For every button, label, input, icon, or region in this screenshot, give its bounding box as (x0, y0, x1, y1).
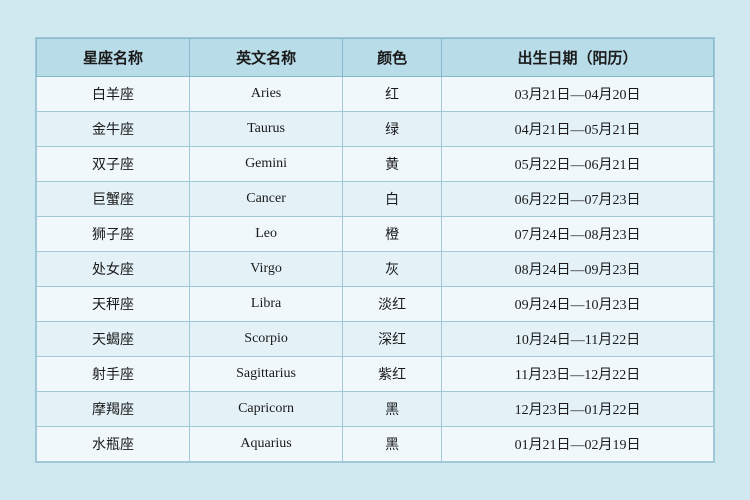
cell-dates: 05月22日—06月21日 (442, 147, 714, 182)
table-row: 天秤座Libra淡红09月24日—10月23日 (37, 287, 714, 322)
table-row: 金牛座Taurus绿04月21日—05月21日 (37, 112, 714, 147)
header-dates: 出生日期（阳历） (442, 39, 714, 77)
cell-english-name: Gemini (190, 147, 343, 182)
table-row: 天蝎座Scorpio深红10月24日—11月22日 (37, 322, 714, 357)
cell-chinese-name: 天蝎座 (37, 322, 190, 357)
cell-color: 绿 (343, 112, 442, 147)
cell-chinese-name: 白羊座 (37, 77, 190, 112)
cell-english-name: Capricorn (190, 392, 343, 427)
cell-color: 白 (343, 182, 442, 217)
cell-english-name: Sagittarius (190, 357, 343, 392)
table-row: 巨蟹座Cancer白06月22日—07月23日 (37, 182, 714, 217)
table-row: 射手座Sagittarius紫红11月23日—12月22日 (37, 357, 714, 392)
cell-dates: 12月23日—01月22日 (442, 392, 714, 427)
cell-dates: 06月22日—07月23日 (442, 182, 714, 217)
cell-dates: 04月21日—05月21日 (442, 112, 714, 147)
cell-color: 淡红 (343, 287, 442, 322)
cell-english-name: Cancer (190, 182, 343, 217)
cell-dates: 07月24日—08月23日 (442, 217, 714, 252)
cell-dates: 08月24日—09月23日 (442, 252, 714, 287)
table-row: 狮子座Leo橙07月24日—08月23日 (37, 217, 714, 252)
cell-dates: 10月24日—11月22日 (442, 322, 714, 357)
cell-chinese-name: 狮子座 (37, 217, 190, 252)
cell-dates: 03月21日—04月20日 (442, 77, 714, 112)
cell-color: 深红 (343, 322, 442, 357)
cell-english-name: Virgo (190, 252, 343, 287)
cell-english-name: Scorpio (190, 322, 343, 357)
header-english-name: 英文名称 (190, 39, 343, 77)
cell-chinese-name: 巨蟹座 (37, 182, 190, 217)
cell-english-name: Libra (190, 287, 343, 322)
table-row: 双子座Gemini黄05月22日—06月21日 (37, 147, 714, 182)
cell-dates: 09月24日—10月23日 (442, 287, 714, 322)
cell-chinese-name: 天秤座 (37, 287, 190, 322)
cell-color: 灰 (343, 252, 442, 287)
cell-chinese-name: 摩羯座 (37, 392, 190, 427)
cell-color: 紫红 (343, 357, 442, 392)
table-row: 水瓶座Aquarius黑01月21日—02月19日 (37, 427, 714, 462)
cell-dates: 11月23日—12月22日 (442, 357, 714, 392)
cell-chinese-name: 金牛座 (37, 112, 190, 147)
cell-color: 黄 (343, 147, 442, 182)
cell-color: 橙 (343, 217, 442, 252)
table-body: 白羊座Aries红03月21日—04月20日金牛座Taurus绿04月21日—0… (37, 77, 714, 462)
cell-color: 红 (343, 77, 442, 112)
cell-english-name: Taurus (190, 112, 343, 147)
header-color: 颜色 (343, 39, 442, 77)
table-row: 白羊座Aries红03月21日—04月20日 (37, 77, 714, 112)
cell-color: 黑 (343, 427, 442, 462)
cell-english-name: Leo (190, 217, 343, 252)
cell-chinese-name: 双子座 (37, 147, 190, 182)
cell-chinese-name: 射手座 (37, 357, 190, 392)
cell-english-name: Aquarius (190, 427, 343, 462)
zodiac-table: 星座名称 英文名称 颜色 出生日期（阳历） 白羊座Aries红03月21日—04… (36, 38, 714, 462)
table-row: 处女座Virgo灰08月24日—09月23日 (37, 252, 714, 287)
table-header-row: 星座名称 英文名称 颜色 出生日期（阳历） (37, 39, 714, 77)
cell-chinese-name: 水瓶座 (37, 427, 190, 462)
table-row: 摩羯座Capricorn黑12月23日—01月22日 (37, 392, 714, 427)
zodiac-table-container: 星座名称 英文名称 颜色 出生日期（阳历） 白羊座Aries红03月21日—04… (35, 37, 715, 463)
cell-chinese-name: 处女座 (37, 252, 190, 287)
header-chinese-name: 星座名称 (37, 39, 190, 77)
cell-dates: 01月21日—02月19日 (442, 427, 714, 462)
cell-english-name: Aries (190, 77, 343, 112)
cell-color: 黑 (343, 392, 442, 427)
